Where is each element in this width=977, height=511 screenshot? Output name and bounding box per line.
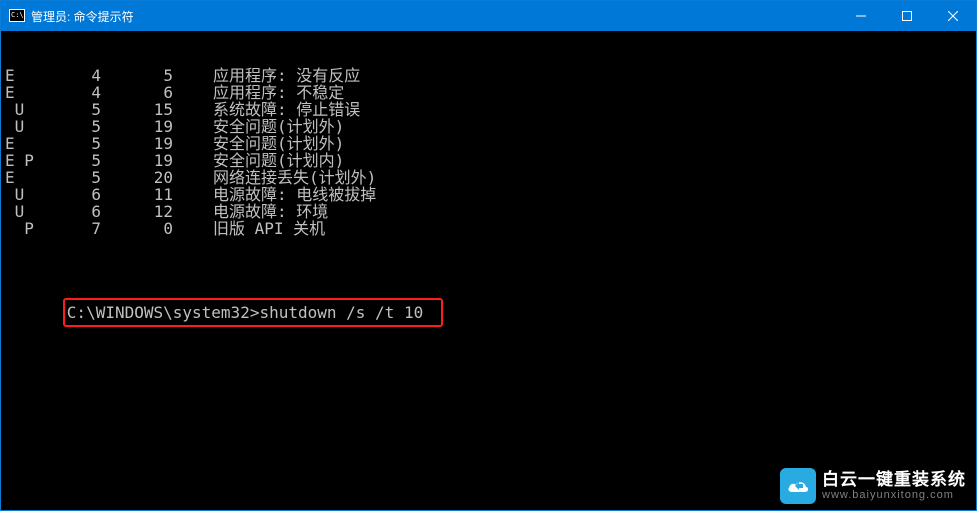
highlighted-command: C:\WINDOWS\system32>shutdown /s /t 10	[63, 298, 443, 327]
cmd-window: C:\ 管理员: 命令提示符 E45应用程序: 没有反应E46应用程序: 不稳定…	[0, 0, 977, 511]
output-row: E P519安全问题(计划内)	[5, 152, 976, 169]
col-major: 5	[45, 152, 101, 169]
watermark-logo-icon	[780, 468, 816, 504]
watermark-url: www.baiyunxitong.com	[822, 489, 966, 501]
col-flags: E	[5, 67, 45, 84]
col-major: 5	[45, 118, 101, 135]
svg-text:C:\: C:\	[11, 11, 24, 19]
col-flags: E	[5, 84, 45, 101]
col-major: 4	[45, 67, 101, 84]
col-desc: 系统故障: 停止错误	[173, 101, 360, 118]
col-major: 6	[45, 203, 101, 220]
col-major: 6	[45, 186, 101, 203]
watermark-text: 白云一键重装系统 www.baiyunxitong.com	[822, 471, 966, 502]
col-flags: U	[5, 118, 45, 135]
prompt-text: C:\WINDOWS\system32>	[67, 303, 260, 322]
col-minor: 19	[101, 152, 173, 169]
terminal-body[interactable]: E45应用程序: 没有反应E46应用程序: 不稳定 U515系统故障: 停止错误…	[1, 31, 976, 510]
col-minor: 11	[101, 186, 173, 203]
output-row: U612电源故障: 环境	[5, 203, 976, 220]
col-major: 5	[45, 135, 101, 152]
output-row: P70旧版 API 关机	[5, 220, 976, 237]
col-minor: 19	[101, 118, 173, 135]
titlebar[interactable]: C:\ 管理员: 命令提示符	[1, 1, 976, 31]
output-row: E519安全问题(计划外)	[5, 135, 976, 152]
col-desc: 旧版 API 关机	[173, 220, 325, 237]
watermark-title: 白云一键重装系统	[822, 471, 966, 490]
minimize-icon	[856, 11, 866, 21]
close-button[interactable]	[930, 1, 976, 31]
window-title: 管理员: 命令提示符	[31, 8, 134, 25]
col-major: 5	[45, 169, 101, 186]
col-desc: 应用程序: 没有反应	[173, 67, 360, 84]
col-flags: P	[5, 220, 45, 237]
col-minor: 6	[101, 84, 173, 101]
command-text: shutdown /s /t 10	[259, 303, 423, 322]
col-major: 5	[45, 101, 101, 118]
output-row: E45应用程序: 没有反应	[5, 67, 976, 84]
output-row: U519安全问题(计划外)	[5, 118, 976, 135]
col-minor: 19	[101, 135, 173, 152]
col-desc: 应用程序: 不稳定	[173, 84, 344, 101]
col-major: 4	[45, 84, 101, 101]
col-desc: 电源故障: 环境	[173, 203, 328, 220]
col-flags: U	[5, 101, 45, 118]
col-minor: 12	[101, 203, 173, 220]
output-rows: E45应用程序: 没有反应E46应用程序: 不稳定 U515系统故障: 停止错误…	[5, 67, 976, 237]
col-desc: 安全问题(计划内)	[173, 152, 344, 169]
col-flags: E	[5, 135, 45, 152]
maximize-button[interactable]	[884, 1, 930, 31]
output-row: U515系统故障: 停止错误	[5, 101, 976, 118]
col-flags: E	[5, 169, 45, 186]
output-row: U611电源故障: 电线被拔掉	[5, 186, 976, 203]
col-desc: 安全问题(计划外)	[173, 118, 344, 135]
command-line: C:\WINDOWS\system32>shutdown /s /t 10	[5, 281, 976, 344]
col-major: 7	[45, 220, 101, 237]
watermark: 白云一键重装系统 www.baiyunxitong.com	[780, 468, 966, 504]
col-minor: 5	[101, 67, 173, 84]
cmd-icon: C:\	[9, 8, 25, 24]
col-minor: 0	[101, 220, 173, 237]
col-desc: 安全问题(计划外)	[173, 135, 344, 152]
col-flags: U	[5, 186, 45, 203]
minimize-button[interactable]	[838, 1, 884, 31]
col-flags: U	[5, 203, 45, 220]
col-desc: 网络连接丢失(计划外)	[173, 169, 376, 186]
col-minor: 15	[101, 101, 173, 118]
col-flags: E P	[5, 152, 45, 169]
output-row: E520网络连接丢失(计划外)	[5, 169, 976, 186]
close-icon	[948, 11, 958, 21]
output-row: E46应用程序: 不稳定	[5, 84, 976, 101]
maximize-icon	[902, 11, 912, 21]
col-minor: 20	[101, 169, 173, 186]
col-desc: 电源故障: 电线被拔掉	[173, 186, 376, 203]
